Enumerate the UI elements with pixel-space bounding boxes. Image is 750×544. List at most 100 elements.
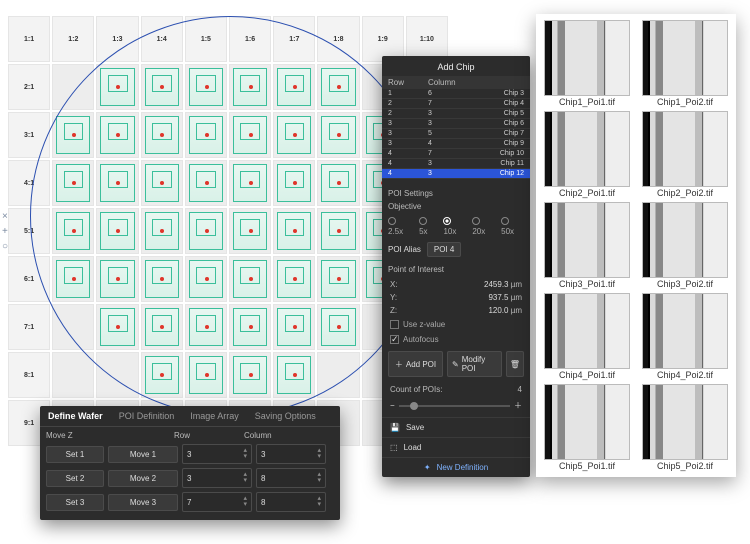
objective-option-10x[interactable]: 10x bbox=[443, 217, 466, 236]
wafer-cell[interactable] bbox=[52, 208, 94, 254]
thumbnail[interactable]: Chip3_Poi1.tif bbox=[542, 202, 632, 289]
thumbnail[interactable]: Chip2_Poi2.tif bbox=[640, 111, 730, 198]
chip-die[interactable] bbox=[189, 68, 223, 106]
wafer-cell[interactable] bbox=[185, 304, 227, 350]
chip-die[interactable] bbox=[189, 164, 223, 202]
chip-die[interactable] bbox=[233, 68, 267, 106]
plus-icon[interactable]: ＋ bbox=[514, 400, 522, 411]
chip-die[interactable] bbox=[321, 68, 355, 106]
chip-die[interactable] bbox=[277, 356, 311, 394]
chip-die[interactable] bbox=[277, 308, 311, 346]
chip-die[interactable] bbox=[100, 164, 134, 202]
chip-die[interactable] bbox=[321, 116, 355, 154]
chip-die[interactable] bbox=[100, 212, 134, 250]
wafer-cell[interactable] bbox=[96, 352, 138, 398]
col-stepper[interactable]: 8▴▾ bbox=[256, 492, 326, 512]
wafer-cell[interactable] bbox=[273, 256, 315, 302]
wafer-cell[interactable] bbox=[96, 160, 138, 206]
wafer-cell[interactable] bbox=[52, 64, 94, 110]
thumbnail[interactable]: Chip4_Poi1.tif bbox=[542, 293, 632, 380]
chip-die[interactable] bbox=[277, 212, 311, 250]
chip-die[interactable] bbox=[100, 308, 134, 346]
poi-slider[interactable]: − ＋ bbox=[382, 398, 530, 417]
chip-die[interactable] bbox=[277, 164, 311, 202]
chip-die[interactable] bbox=[56, 260, 90, 298]
minus-icon[interactable]: − bbox=[390, 401, 395, 410]
wafer-cell[interactable] bbox=[96, 208, 138, 254]
move-button[interactable]: Move 3 bbox=[108, 494, 178, 511]
wafer-cell[interactable] bbox=[229, 352, 271, 398]
wafer-cell[interactable] bbox=[185, 160, 227, 206]
add-poi-button[interactable]: ＋ Add POI bbox=[388, 351, 443, 377]
move-button[interactable]: Move 2 bbox=[108, 470, 178, 487]
set-button[interactable]: Set 3 bbox=[46, 494, 104, 511]
slider-thumb[interactable] bbox=[410, 402, 418, 410]
wafer-cell[interactable] bbox=[229, 112, 271, 158]
chip-table-row[interactable]: 35Chip 7 bbox=[382, 129, 530, 139]
wafer-cell[interactable] bbox=[52, 304, 94, 350]
chip-die[interactable] bbox=[233, 308, 267, 346]
poi-alias-input[interactable]: POI 4 bbox=[427, 242, 461, 257]
chip-die[interactable] bbox=[145, 260, 179, 298]
chip-die[interactable] bbox=[189, 308, 223, 346]
row-stepper[interactable]: 3▴▾ bbox=[182, 468, 252, 488]
set-button[interactable]: Set 1 bbox=[46, 446, 104, 463]
wafer-cell[interactable] bbox=[52, 160, 94, 206]
chip-die[interactable] bbox=[56, 164, 90, 202]
wafer-cell[interactable] bbox=[317, 112, 359, 158]
chip-table-row[interactable]: 33Chip 6 bbox=[382, 119, 530, 129]
objective-option-50x[interactable]: 50x bbox=[501, 217, 524, 236]
chip-die[interactable] bbox=[145, 308, 179, 346]
chip-die[interactable] bbox=[277, 68, 311, 106]
chip-die[interactable] bbox=[321, 212, 355, 250]
chip-die[interactable] bbox=[233, 260, 267, 298]
chip-die[interactable] bbox=[189, 356, 223, 394]
wafer-cell[interactable] bbox=[229, 208, 271, 254]
wafer-cell[interactable] bbox=[229, 304, 271, 350]
chip-die[interactable] bbox=[145, 68, 179, 106]
chip-die[interactable] bbox=[56, 116, 90, 154]
wafer-cell[interactable] bbox=[185, 256, 227, 302]
wafer-cell[interactable] bbox=[185, 352, 227, 398]
chip-die[interactable] bbox=[321, 164, 355, 202]
chip-die[interactable] bbox=[233, 164, 267, 202]
chip-die[interactable] bbox=[145, 164, 179, 202]
wafer-cell[interactable] bbox=[229, 256, 271, 302]
chip-die[interactable] bbox=[145, 116, 179, 154]
thumbnail[interactable]: Chip1_Poi1.tif bbox=[542, 20, 632, 107]
chip-die[interactable] bbox=[100, 260, 134, 298]
thumbnail[interactable]: Chip4_Poi2.tif bbox=[640, 293, 730, 380]
objective-option-5x[interactable]: 5x bbox=[419, 217, 437, 236]
chip-table-row[interactable]: 43Chip 12 bbox=[382, 169, 530, 179]
modify-poi-button[interactable]: ✎ Modify POI bbox=[447, 351, 502, 377]
chip-die[interactable] bbox=[100, 68, 134, 106]
chip-die[interactable] bbox=[56, 212, 90, 250]
chip-die[interactable] bbox=[277, 116, 311, 154]
row-stepper[interactable]: 3▴▾ bbox=[182, 444, 252, 464]
chip-die[interactable] bbox=[145, 212, 179, 250]
wafer-cell[interactable] bbox=[273, 208, 315, 254]
wafer-cell[interactable] bbox=[273, 352, 315, 398]
close-icon[interactable]: × bbox=[2, 211, 8, 222]
wafer-cell[interactable] bbox=[317, 304, 359, 350]
chip-die[interactable] bbox=[189, 260, 223, 298]
chip-die[interactable] bbox=[189, 212, 223, 250]
wafer-cell[interactable] bbox=[273, 64, 315, 110]
col-stepper[interactable]: 3▴▾ bbox=[256, 444, 326, 464]
wafer-cell[interactable] bbox=[96, 256, 138, 302]
thumbnail[interactable]: Chip2_Poi1.tif bbox=[542, 111, 632, 198]
tab-define-wafer[interactable]: Define Wafer bbox=[40, 406, 111, 426]
wafer-cell[interactable] bbox=[52, 256, 94, 302]
wafer-cell[interactable] bbox=[273, 160, 315, 206]
chip-table-row[interactable]: 34Chip 9 bbox=[382, 139, 530, 149]
wafer-cell[interactable] bbox=[317, 352, 359, 398]
chip-table-row[interactable]: 47Chip 10 bbox=[382, 149, 530, 159]
chip-table-row[interactable]: 16Chip 3 bbox=[382, 89, 530, 99]
chip-die[interactable] bbox=[321, 308, 355, 346]
objective-option-2.5x[interactable]: 2.5x bbox=[388, 217, 413, 236]
chip-die[interactable] bbox=[233, 212, 267, 250]
chip-die[interactable] bbox=[277, 260, 311, 298]
use-z-row[interactable]: Use z-value bbox=[382, 317, 530, 332]
wafer-cell[interactable] bbox=[141, 160, 183, 206]
wafer-cell[interactable] bbox=[52, 112, 94, 158]
